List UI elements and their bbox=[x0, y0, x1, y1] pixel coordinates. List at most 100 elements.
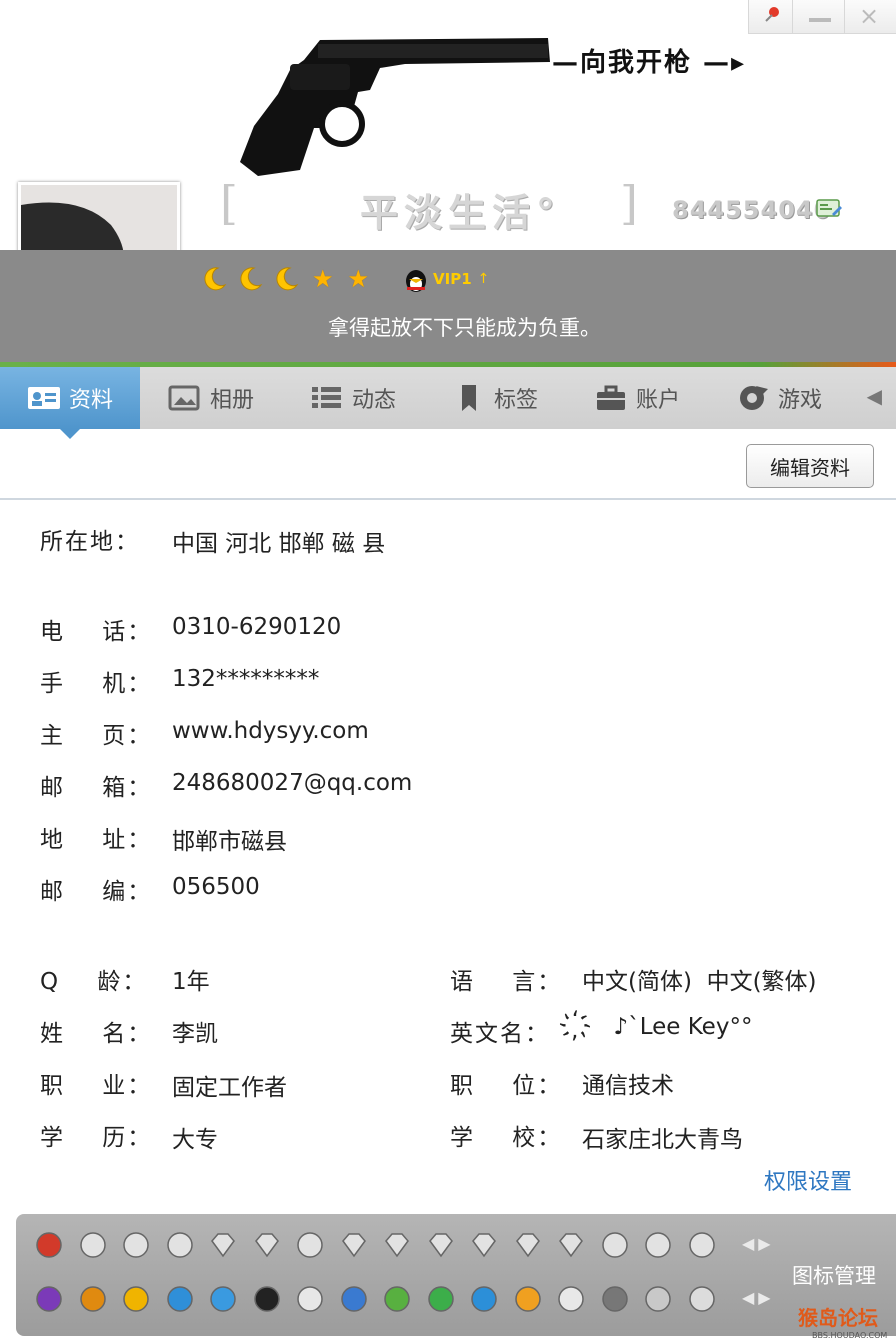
field-address-value: 邯郸市磁县 bbox=[172, 829, 287, 855]
tab-tags[interactable]: 标签 bbox=[424, 367, 566, 429]
tab-account[interactable]: 账户 bbox=[566, 367, 708, 429]
game-icon bbox=[739, 386, 768, 410]
nickname-row: [ 平淡生活° ] bbox=[220, 176, 660, 236]
star-badge-icon[interactable] bbox=[121, 1284, 151, 1314]
diamond-icon[interactable] bbox=[208, 1230, 238, 1260]
tab-label: 游戏 bbox=[777, 388, 822, 413]
field-education-label: 学 历： bbox=[40, 1125, 153, 1151]
diamond-outline-icon[interactable] bbox=[513, 1230, 543, 1260]
app-icon[interactable] bbox=[600, 1284, 630, 1314]
field-postcode-value: 056500 bbox=[172, 874, 260, 900]
forum-watermark-url: BBS.HOUDAO.COM bbox=[812, 1331, 888, 1340]
diamond-outline-icon[interactable] bbox=[252, 1230, 282, 1260]
forum-watermark: 猴岛论坛 bbox=[798, 1306, 878, 1330]
qzone-icon[interactable] bbox=[165, 1284, 195, 1314]
profile-header: × —向我开枪 —▸ [ 平淡生活° ] 844554040 ★ ★ VIP1 … bbox=[0, 0, 896, 368]
diamond-outline-icon[interactable] bbox=[556, 1230, 586, 1260]
minimize-button[interactable] bbox=[792, 0, 844, 34]
music-icon[interactable] bbox=[426, 1284, 456, 1314]
field-english-name-value: ҉ ♪`Lee Key°° bbox=[582, 1014, 753, 1040]
heart-icon[interactable] bbox=[78, 1230, 108, 1260]
phone-icon[interactable] bbox=[295, 1230, 325, 1260]
field-postcode-label: 邮 编： bbox=[40, 879, 153, 905]
tab-label: 资料 bbox=[68, 388, 113, 413]
phone-icon[interactable] bbox=[600, 1230, 630, 1260]
field-name-value: 李凯 bbox=[172, 1021, 218, 1047]
mail-icon[interactable] bbox=[295, 1284, 325, 1314]
tab-label: 动态 bbox=[351, 388, 396, 413]
tab-album[interactable]: 相册 bbox=[140, 367, 282, 429]
diamond-outline-icon[interactable] bbox=[469, 1230, 499, 1260]
game-mahjong-icon[interactable] bbox=[78, 1284, 108, 1314]
document-icon[interactable] bbox=[339, 1284, 369, 1314]
star-icon: ★ bbox=[347, 265, 370, 293]
field-address-label: 地 址： bbox=[40, 827, 153, 853]
moon-icon bbox=[204, 267, 227, 291]
permission-settings-link[interactable]: 权限设置 bbox=[764, 1164, 852, 1196]
field-education-value: 大专 bbox=[172, 1127, 218, 1153]
moon-icon bbox=[240, 267, 263, 291]
vip-up-arrow-icon: ↑ bbox=[477, 271, 490, 287]
personal-signature[interactable]: 拿得起放不下只能成为负重。 bbox=[328, 312, 601, 342]
heart-dark-icon[interactable] bbox=[643, 1230, 673, 1260]
field-occupation-value: 固定工作者 bbox=[172, 1075, 287, 1101]
briefcase-icon bbox=[596, 385, 625, 410]
level-row: ★ ★ VIP1 ↑ bbox=[200, 262, 489, 296]
diamond-outline-icon[interactable] bbox=[339, 1230, 369, 1260]
field-school-label: 学 校： bbox=[450, 1125, 563, 1151]
penguin-icon[interactable] bbox=[252, 1284, 282, 1314]
house-icon[interactable] bbox=[382, 1284, 412, 1314]
diamond-outline-icon[interactable] bbox=[382, 1230, 412, 1260]
icon-manage-button[interactable]: 图标管理 bbox=[792, 1260, 876, 1290]
tab-label: 账户 bbox=[635, 388, 680, 413]
icon-row-1-arrows[interactable]: ◀▶ bbox=[742, 1234, 775, 1253]
qq-penguin-icon[interactable] bbox=[34, 1230, 64, 1260]
pet-icon[interactable] bbox=[513, 1284, 543, 1314]
tab-scroll-left-icon[interactable]: ◀ bbox=[867, 384, 882, 408]
tab-label: 标签 bbox=[493, 388, 538, 413]
window-controls: × bbox=[748, 0, 896, 34]
qq-show-icon[interactable] bbox=[208, 1284, 238, 1314]
icon-row-2-arrows[interactable]: ◀▶ bbox=[742, 1288, 775, 1307]
pin-icon bbox=[765, 7, 779, 22]
moon-icon bbox=[276, 267, 299, 291]
superman-shield-icon[interactable] bbox=[687, 1230, 717, 1260]
diamond-outline-icon[interactable] bbox=[426, 1230, 456, 1260]
heart-icon[interactable] bbox=[121, 1230, 151, 1260]
icon-bar: ◀▶ ◀▶ 图标管理 bbox=[16, 1214, 896, 1336]
field-email-value[interactable]: 248680027@qq.com bbox=[172, 770, 412, 796]
eye-icon[interactable] bbox=[556, 1284, 586, 1314]
close-icon: × bbox=[859, 2, 880, 30]
nickname-bracket-right: ] bbox=[620, 176, 638, 230]
dragon-icon[interactable] bbox=[34, 1284, 64, 1314]
tab-feed[interactable]: 动态 bbox=[282, 367, 424, 429]
divider bbox=[0, 498, 896, 500]
qq-vip-penguin-icon[interactable] bbox=[403, 265, 429, 293]
chat-bubble-icon[interactable] bbox=[643, 1284, 673, 1314]
tab-games[interactable]: 游戏 bbox=[708, 367, 850, 429]
field-name-label: 姓 名： bbox=[40, 1021, 153, 1047]
field-phone-value: 0310-6290120 bbox=[172, 614, 342, 640]
penguin-helmet-icon[interactable] bbox=[165, 1230, 195, 1260]
photo-album-icon bbox=[168, 385, 200, 411]
field-qq-age-label: Q 龄： bbox=[40, 969, 148, 995]
field-location-value: 中国 河北 邯郸 磁 县 bbox=[172, 531, 386, 557]
close-button[interactable]: × bbox=[844, 0, 896, 34]
minimize-icon bbox=[809, 18, 831, 22]
browser-icon[interactable] bbox=[469, 1284, 499, 1314]
feed-list-icon bbox=[311, 387, 341, 408]
field-homepage-value[interactable]: www.hdysyy.com bbox=[172, 718, 369, 744]
tab-profile[interactable]: 资料 bbox=[0, 367, 140, 439]
field-phone-label: 电 话： bbox=[40, 619, 153, 645]
business-card-icon[interactable] bbox=[816, 198, 842, 220]
pin-button[interactable] bbox=[748, 0, 792, 34]
shield-icon[interactable] bbox=[687, 1284, 717, 1314]
vip-level-label[interactable]: VIP1 bbox=[433, 270, 472, 288]
field-language-value: 中文(简体) 中文(繁体) bbox=[582, 969, 817, 995]
field-mobile-label: 手 机： bbox=[40, 671, 153, 697]
field-school-value: 石家庄北大青鸟 bbox=[582, 1127, 743, 1153]
field-homepage-label: 主 页： bbox=[40, 723, 153, 749]
edit-profile-button[interactable]: 编辑资料 bbox=[746, 444, 874, 488]
profile-card-icon bbox=[27, 387, 60, 409]
field-qq-age-value: 1年 bbox=[172, 969, 210, 995]
